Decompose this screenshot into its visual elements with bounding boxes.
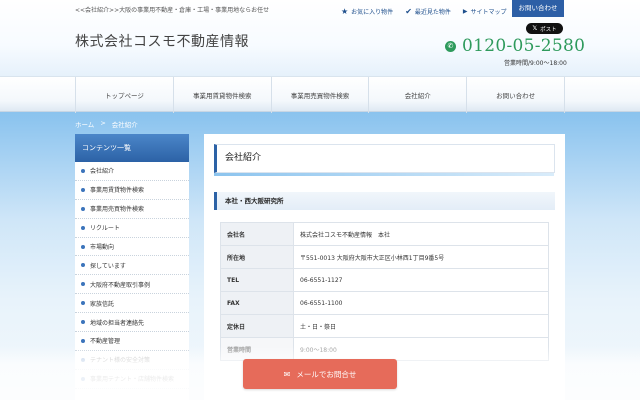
recently-viewed-label: 最近見た物件 [414,8,451,16]
bullet-icon [81,263,85,268]
bullet-icon [81,225,85,230]
row-label: TEL [220,268,294,292]
business-hours: 営業時間/9:00～18:00 [504,60,567,67]
row-label: FAX [220,291,294,315]
site-logo[interactable]: 株式会社コスモ不動産情報 [75,31,249,51]
sidebar-item-store-search[interactable]: 事業用テナント・店舗物件検索 [75,370,189,389]
favorites-link[interactable]: ★ お気に入り物件 [341,7,393,16]
site-header: <<会社紹介>>大阪の事業用不動産・倉庫・工場・事業用地ならお任せ 株式会社コス… [0,0,640,76]
page-title: 会社紹介 [214,144,555,176]
phone-number[interactable]: ✆ 0120-05-2580 [445,36,585,56]
nav-top[interactable]: トップページ [75,77,173,113]
sidebar-item-recruit[interactable]: リクルート [75,219,189,238]
sidebar-item-label: 大阪府不動産取引事例 [90,281,151,289]
sitemap-link[interactable]: ▶ サイトマップ [463,7,507,16]
sidebar-item-label: 事業用賃貸物件検索 [90,187,145,195]
x-logo-icon: 𝕏 [532,25,538,32]
bullet-icon [81,244,85,249]
breadcrumb: ホーム > 会社紹介 [75,119,138,129]
sidebar-item-company[interactable]: 会社紹介 [75,162,189,181]
check-icon: ✔ [405,6,412,16]
section-heading: 本社・西大阪研究所 [214,192,555,210]
table-row: 所在地 〒551-0013 大阪府大阪市大正区小林西1丁目9番5号 [220,245,549,269]
bullet-icon [81,206,85,211]
contact-tab[interactable]: お問い合わせ [512,0,564,17]
sidebar-item-osaka-cases[interactable]: 大阪府不動産取引事例 [75,275,189,295]
sidebar-item-rental-search[interactable]: 事業用賃貸物件検索 [75,181,189,200]
table-row: 会社名 株式会社コスモ不動産情報 本社 [220,222,549,246]
sidebar-item-label: 会社紹介 [90,168,115,176]
sidebar-item-label: 市場動向 [90,244,115,251]
mail-contact-button[interactable]: ✉ メールでお問合せ [243,359,397,389]
sidebar: コンテンツ一覧 会社紹介 事業用賃貸物件検索 事業用売買物件検索 リクルート 市… [75,134,189,400]
x-post-label: ポスト [540,26,557,33]
sidebar-item-label: リクルート [90,225,120,233]
bullet-icon [81,376,85,381]
utility-nav: ★ お気に入り物件 ✔ 最近見た物件 ▶ サイトマップ [341,4,519,18]
breadcrumb-separator: > [100,119,106,127]
envelope-icon: ✉ [283,369,291,379]
table-row: TEL 06-6551-1127 [220,268,549,292]
row-label: 定休日 [220,314,294,338]
table-row: 営業時間 9:00～18:00 [220,337,549,361]
table-row: FAX 06-6551-1100 [220,291,549,315]
row-value: 06-6551-1100 [293,291,549,315]
bullet-icon [81,357,85,362]
bullet-icon [81,338,85,343]
bullet-icon [81,282,85,287]
sidebar-item-area-contacts[interactable]: 地域の担当者連絡先 [75,313,189,333]
row-label: 所在地 [220,245,294,269]
row-value: 〒551-0013 大阪府大阪市大正区小林西1丁目9番5号 [293,245,549,269]
x-post-button[interactable]: 𝕏 ポスト [526,23,563,34]
sidebar-item-market[interactable]: 市場動向 [75,238,189,257]
company-info-table: 会社名 株式会社コスモ不動産情報 本社 所在地 〒551-0013 大阪府大阪市大正… [220,222,549,361]
row-value: 06-6551-1127 [293,268,549,292]
sidebar-item-label: 事業用売買物件検索 [90,206,145,214]
sidebar-item-label: 家族信託 [90,300,115,308]
sidebar-item-label: 探しています [90,262,126,270]
nav-sale-search[interactable]: 事業用売買物件検索 [270,77,369,113]
sidebar-list: 会社紹介 事業用賃貸物件検索 事業用売買物件検索 リクルート 市場動向 探してい… [75,162,189,389]
mail-contact-label: メールでお問合せ [296,369,357,379]
global-nav: トップページ 事業用賃貸物件検索 事業用売買物件検索 会社紹介 お問い合わせ [0,76,640,113]
row-value: 土・日・祭日 [293,314,549,338]
sidebar-item-family-trust[interactable]: 家族信託 [75,294,189,314]
sidebar-item-wanted[interactable]: 探しています [75,256,189,276]
bullet-icon [81,320,85,325]
nav-company[interactable]: 会社紹介 [368,77,466,113]
sidebar-title: コンテンツ一覧 [75,134,189,162]
nav-contact[interactable]: お問い合わせ [466,77,565,113]
phone-icon: ✆ [445,40,456,52]
sidebar-item-label: テナント様の安全対策 [90,357,151,365]
star-icon: ★ [341,6,349,16]
table-row: 定休日 土・日・祭日 [220,314,549,338]
favorites-label: お気に入り物件 [351,8,394,16]
sidebar-item-management[interactable]: 不動産管理 [75,332,189,351]
sidebar-item-sale-search[interactable]: 事業用売買物件検索 [75,200,189,219]
breadcrumb-home[interactable]: ホーム [75,119,94,129]
bullet-icon [81,187,85,192]
arrow-right-icon: ▶ [462,7,468,15]
phone-number-text: 0120-05-2580 [462,36,586,56]
bullet-icon [81,168,85,173]
sidebar-item-label: 地域の担当者連絡先 [90,319,145,327]
recently-viewed-link[interactable]: ✔ 最近見た物件 [405,7,451,16]
bullet-icon [81,301,85,306]
row-label: 営業時間 [220,337,294,361]
row-value: 9:00～18:00 [293,337,549,361]
sidebar-item-label: 事業用テナント・店舗物件検索 [90,376,175,384]
sidebar-item-tenant-safety[interactable]: テナント様の安全対策 [75,351,189,370]
breadcrumb-current: 会社紹介 [111,121,138,129]
sitemap-label: サイトマップ [470,8,507,16]
nav-rental-search[interactable]: 事業用賃貸物件検索 [172,77,271,113]
sidebar-item-label: 不動産管理 [90,338,121,346]
tagline: <<会社紹介>>大阪の事業用不動産・倉庫・工場・事業用地ならお任せ [75,7,270,14]
row-value: 株式会社コスモ不動産情報 本社 [293,222,549,246]
row-label: 会社名 [220,222,294,246]
